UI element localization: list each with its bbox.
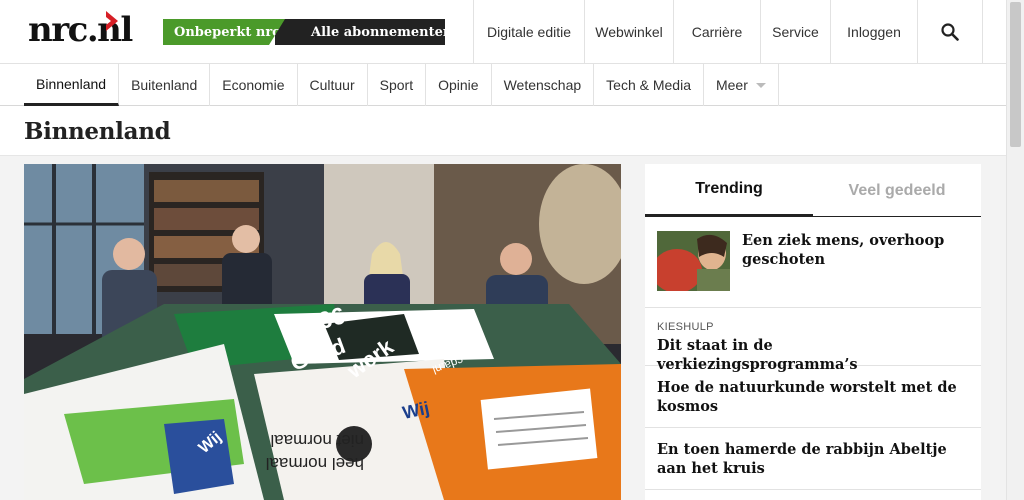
section-meer-dropdown[interactable]: Meer — [704, 64, 779, 106]
top-nav: Digitale editie Webwinkel Carrière Servi… — [473, 0, 983, 64]
search-button[interactable] — [917, 0, 983, 64]
poster-text-niet-normaal: niet normaal — [270, 431, 364, 450]
scrollbar-thumb[interactable] — [1010, 2, 1021, 147]
logo-arrow-icon — [106, 11, 118, 31]
top-nav-careers[interactable]: Carrière — [673, 0, 760, 64]
section-label: Cultuur — [309, 77, 355, 93]
section-wetenschap[interactable]: Wetenschap — [492, 64, 595, 106]
page-scrollbar[interactable] — [1006, 0, 1024, 500]
promo-all-subscriptions[interactable]: Alle abonnementen — [275, 19, 452, 45]
section-buitenland[interactable]: Buitenland — [119, 64, 211, 106]
top-nav-webshop[interactable]: Webwinkel — [584, 0, 673, 64]
section-cultuur[interactable]: Cultuur — [298, 64, 368, 106]
tab-trending[interactable]: Trending — [645, 164, 813, 217]
trending-kicker: KIESHULP — [657, 321, 714, 333]
trending-sidebar: Trending Veel gedeeld Een ziek mens, ove… — [645, 164, 981, 500]
section-binnenland[interactable]: Binnenland — [24, 64, 120, 106]
trending-item[interactable]: KIESHULP Dit staat in de verkiezingsprog… — [645, 308, 981, 373]
hero-photo[interactable]: Goed D66 werk niet normaal heel normaal … — [24, 164, 621, 500]
promo-unlimited[interactable]: Onbeperkt nrc.nl — [163, 19, 285, 45]
trending-title: Hoe de natuurkunde worstelt met de kosmo… — [657, 379, 957, 415]
subscription-promo[interactable]: Onbeperkt nrc.nl Alle abonnementen — [163, 19, 452, 45]
section-label: Wetenschap — [503, 77, 582, 93]
search-icon — [941, 23, 959, 41]
section-label: Buitenland — [131, 77, 198, 93]
trending-title: En toen hamerde de rabbijn Abeltje aan h… — [657, 441, 947, 477]
trending-title: Een ziek mens, overhoop geschoten — [742, 232, 945, 268]
sidebar-tabs: Trending Veel gedeeld — [645, 164, 981, 217]
section-label: Economie — [222, 77, 285, 93]
top-nav-login[interactable]: Inloggen — [830, 0, 917, 64]
chevron-down-icon — [755, 82, 766, 88]
tab-veel-gedeeld[interactable]: Veel gedeeld — [813, 164, 981, 217]
thumbnail-illustration — [657, 231, 730, 291]
section-nav: Binnenland Buitenland Economie Cultuur S… — [0, 64, 1006, 106]
trending-thumbnail — [657, 231, 730, 291]
trending-item[interactable]: Hoe de natuurkunde worstelt met de kosmo… — [645, 366, 981, 428]
page-title-band: Binnenland — [0, 106, 1006, 156]
section-sport[interactable]: Sport — [368, 64, 427, 106]
poster-text-heel-normaal: heel normaal — [266, 454, 364, 473]
section-label: Tech & Media — [606, 77, 691, 93]
section-tech-media[interactable]: Tech & Media — [594, 64, 704, 106]
trending-item[interactable]: Een ziek mens, overhoop geschoten — [645, 217, 981, 308]
section-opinie[interactable]: Opinie — [426, 64, 492, 106]
hero-illustration: Goed D66 werk niet normaal heel normaal … — [24, 164, 621, 500]
section-label: Binnenland — [36, 75, 107, 92]
trending-item[interactable]: En toen hamerde de rabbijn Abeltje aan h… — [645, 428, 981, 490]
section-label: Opinie — [438, 77, 479, 93]
section-label: Meer — [715, 77, 748, 93]
top-nav-digital-edition[interactable]: Digitale editie — [473, 0, 584, 64]
page-title: Binnenland — [24, 118, 171, 145]
section-label: Sport — [379, 77, 414, 93]
section-economie[interactable]: Economie — [210, 64, 298, 106]
top-header: nrc.nl Onbeperkt nrc.nl Alle abonnemente… — [0, 0, 1006, 64]
top-nav-service[interactable]: Service — [760, 0, 830, 64]
